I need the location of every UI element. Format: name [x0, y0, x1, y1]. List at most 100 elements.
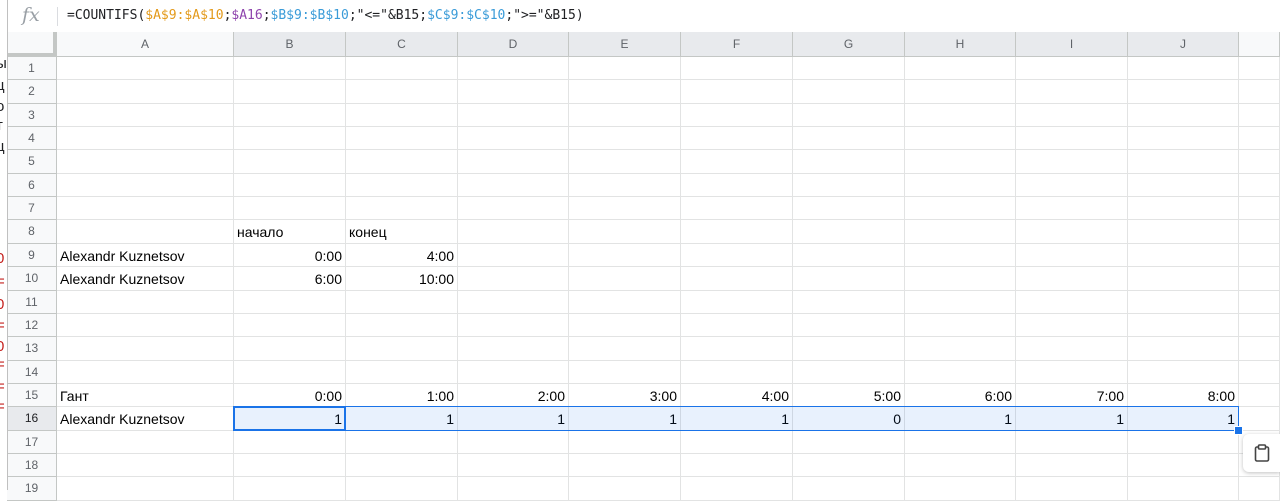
cell-b5[interactable] [234, 150, 346, 174]
cell-e14[interactable] [569, 361, 681, 384]
cell-e1[interactable] [569, 57, 681, 80]
cell-b18[interactable] [234, 454, 346, 477]
cell-j18[interactable] [1128, 454, 1239, 477]
column-header-b[interactable]: B [234, 32, 346, 57]
cell-e8[interactable] [569, 220, 681, 244]
cell-g1[interactable] [793, 57, 905, 80]
cell-h3[interactable] [905, 104, 1016, 127]
cell-j7[interactable] [1128, 197, 1239, 220]
cell-b13[interactable] [234, 337, 346, 361]
cell-e2[interactable] [569, 80, 681, 104]
cell-b11[interactable] [234, 291, 346, 314]
cell-a7[interactable] [57, 197, 234, 220]
row-header-16[interactable]: 16 [7, 407, 57, 431]
cell-j5[interactable] [1128, 150, 1239, 174]
cell-c6[interactable] [346, 174, 458, 197]
cell-g17[interactable] [793, 431, 905, 454]
cell-i8[interactable] [1016, 220, 1128, 244]
cell-value-h16[interactable]: 1 [905, 407, 1016, 431]
cell-g18[interactable] [793, 454, 905, 477]
cell-f10[interactable] [681, 267, 793, 291]
cell-f2[interactable] [681, 80, 793, 104]
cell-h4[interactable] [905, 127, 1016, 150]
cell-a19[interactable] [57, 477, 234, 501]
cell-f18[interactable] [681, 454, 793, 477]
cell-e11[interactable] [569, 291, 681, 314]
cell-value-c16[interactable]: 1 [346, 407, 458, 431]
cell-a14[interactable] [57, 361, 234, 384]
cell-g14[interactable] [793, 361, 905, 384]
row-header-15[interactable]: 15 [7, 384, 57, 407]
cell-value-e15[interactable]: 3:00 [569, 384, 681, 407]
cell-f3[interactable] [681, 104, 793, 127]
cell-h1[interactable] [905, 57, 1016, 80]
cell-d6[interactable] [458, 174, 569, 197]
cell-c12[interactable] [346, 314, 458, 337]
cell-e6[interactable] [569, 174, 681, 197]
cell-d9[interactable] [458, 244, 569, 267]
cell-b2[interactable] [234, 80, 346, 104]
cell-e4[interactable] [569, 127, 681, 150]
cell-j2[interactable] [1128, 80, 1239, 104]
cell-d7[interactable] [458, 197, 569, 220]
cell-value-h15[interactable]: 6:00 [905, 384, 1016, 407]
cell-d3[interactable] [458, 104, 569, 127]
cell-value-g15[interactable]: 5:00 [793, 384, 905, 407]
cell-value-d15[interactable]: 2:00 [458, 384, 569, 407]
cell-value-c9[interactable]: 4:00 [346, 244, 458, 267]
cell-value-e16[interactable]: 1 [569, 407, 681, 431]
cell-g7[interactable] [793, 197, 905, 220]
cell-h13[interactable] [905, 337, 1016, 361]
cell-g13[interactable] [793, 337, 905, 361]
row-header-18[interactable]: 18 [7, 454, 57, 477]
cell-a17[interactable] [57, 431, 234, 454]
cell-h9[interactable] [905, 244, 1016, 267]
cell-b14[interactable] [234, 361, 346, 384]
cell-i13[interactable] [1016, 337, 1128, 361]
row-header-19[interactable]: 19 [7, 477, 57, 501]
cell-b7[interactable] [234, 197, 346, 220]
cell-a5[interactable] [57, 150, 234, 174]
row-header-11[interactable]: 11 [7, 291, 57, 314]
cell-value-c10[interactable]: 10:00 [346, 267, 458, 291]
cell-i2[interactable] [1016, 80, 1128, 104]
cell-f4[interactable] [681, 127, 793, 150]
cell-f14[interactable] [681, 361, 793, 384]
cell-e5[interactable] [569, 150, 681, 174]
cell-value-a10[interactable]: Alexandr Kuznetsov [57, 267, 234, 291]
cell-d18[interactable] [458, 454, 569, 477]
cell-g9[interactable] [793, 244, 905, 267]
cell-h17[interactable] [905, 431, 1016, 454]
row-header-5[interactable]: 5 [7, 150, 57, 174]
cell-f13[interactable] [681, 337, 793, 361]
cell-a18[interactable] [57, 454, 234, 477]
cell-a1[interactable] [57, 57, 234, 80]
cell-j8[interactable] [1128, 220, 1239, 244]
cell-d14[interactable] [458, 361, 569, 384]
cell-i9[interactable] [1016, 244, 1128, 267]
cell-i11[interactable] [1016, 291, 1128, 314]
cell-f8[interactable] [681, 220, 793, 244]
cell-value-b10[interactable]: 6:00 [234, 267, 346, 291]
cell-g2[interactable] [793, 80, 905, 104]
cell-i4[interactable] [1016, 127, 1128, 150]
row-header-4[interactable]: 4 [7, 127, 57, 150]
row-header-7[interactable]: 7 [7, 197, 57, 220]
cell-d5[interactable] [458, 150, 569, 174]
cell-h5[interactable] [905, 150, 1016, 174]
cell-c11[interactable] [346, 291, 458, 314]
cell-a13[interactable] [57, 337, 234, 361]
cell-h8[interactable] [905, 220, 1016, 244]
cell-d17[interactable] [458, 431, 569, 454]
column-header-a[interactable]: A [57, 32, 234, 57]
row-header-8[interactable]: 8 [7, 220, 57, 244]
cell-c4[interactable] [346, 127, 458, 150]
cell-c19[interactable] [346, 477, 458, 501]
cell-f5[interactable] [681, 150, 793, 174]
cell-value-g16[interactable]: 0 [793, 407, 905, 431]
cell-f17[interactable] [681, 431, 793, 454]
cell-j13[interactable] [1128, 337, 1239, 361]
cell-value-j16[interactable]: 1 [1128, 407, 1239, 431]
row-header-14[interactable]: 14 [7, 361, 57, 384]
cell-c2[interactable] [346, 80, 458, 104]
